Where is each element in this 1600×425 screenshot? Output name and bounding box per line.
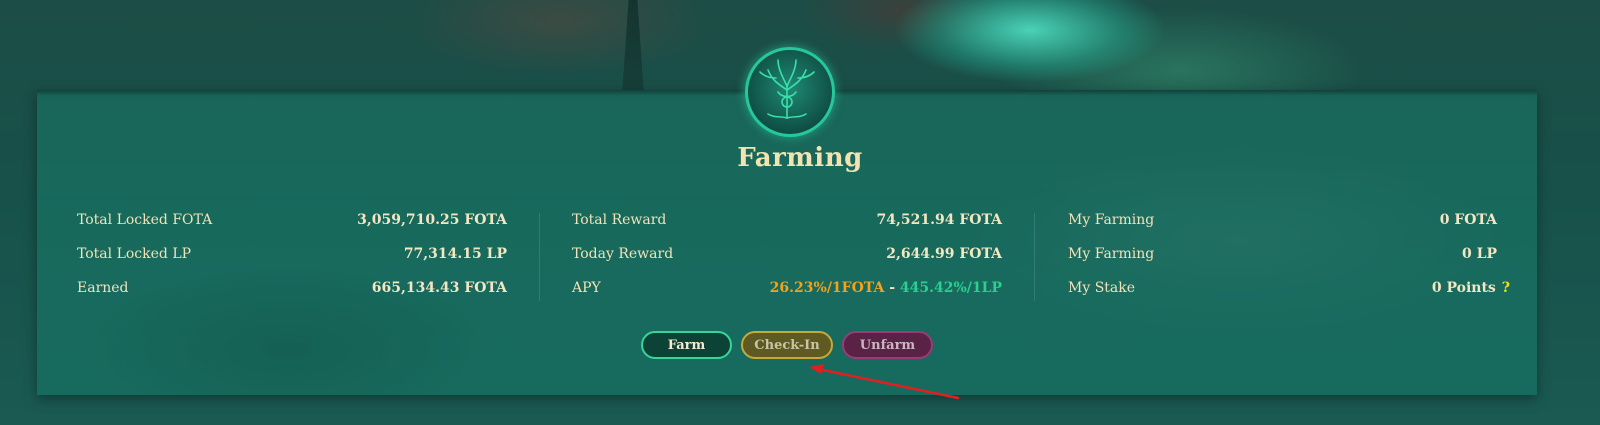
- annotation-arrow-icon: [809, 364, 960, 400]
